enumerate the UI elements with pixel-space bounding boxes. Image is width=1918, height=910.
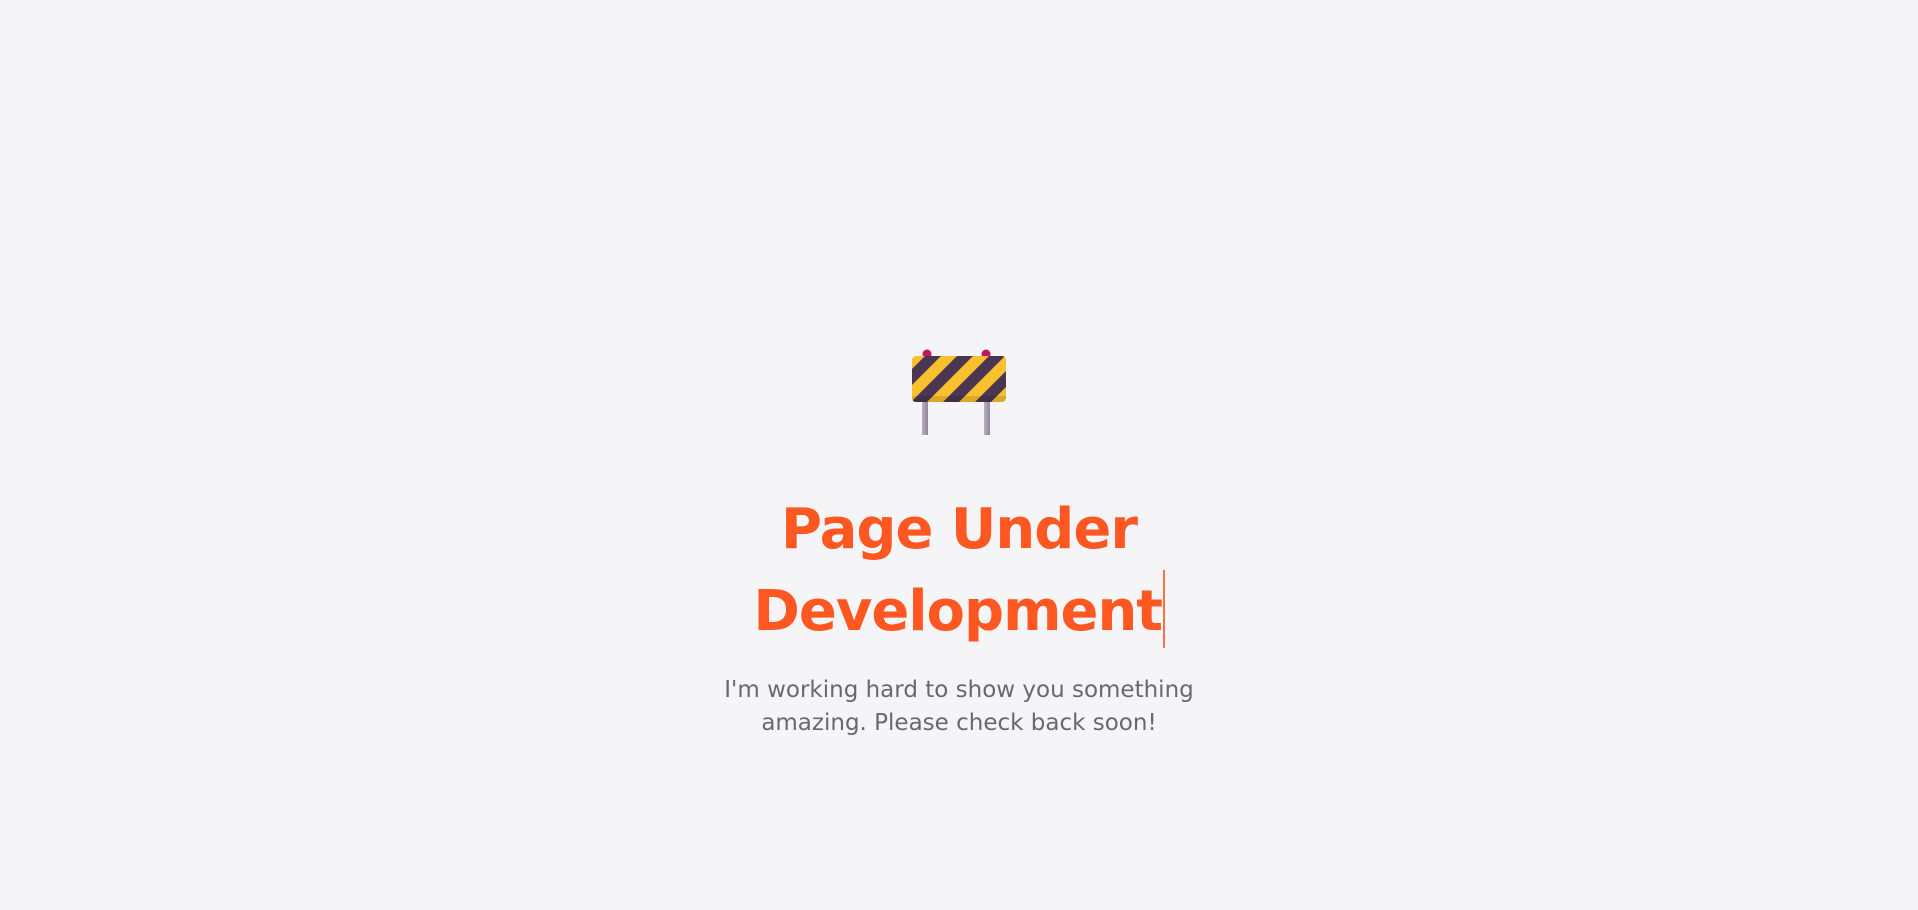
typing-cursor (1163, 570, 1165, 648)
page-subtitle: I'm working hard to show you something a… (724, 677, 1194, 736)
page-title: Page Under Development (749, 490, 1169, 652)
title-line-1: Page Under (781, 497, 1138, 562)
title-line-2: Development (753, 579, 1163, 644)
construction-barrier-icon (912, 349, 1006, 435)
under-construction-panel: Page Under Development I'm working hard … (0, 348, 1918, 740)
page: Page Under Development I'm working hard … (0, 0, 1918, 910)
